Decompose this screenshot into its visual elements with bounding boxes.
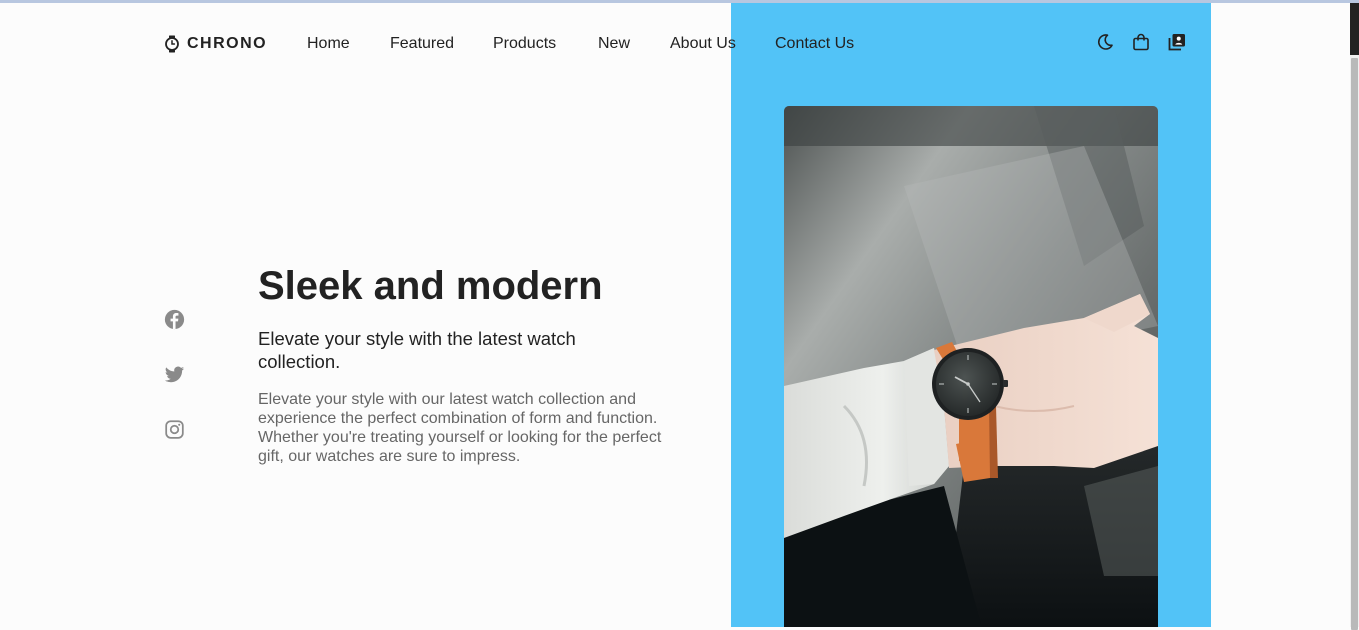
nav-link-products[interactable]: Products — [493, 34, 556, 54]
nav-link-featured[interactable]: Featured — [390, 34, 454, 54]
scrollbar-top-cap — [1350, 3, 1359, 55]
nav-link-about-us[interactable]: About Us — [670, 34, 736, 54]
shopping-bag-icon[interactable] — [1131, 32, 1151, 52]
facebook-icon[interactable] — [164, 309, 185, 330]
hero-watch-image — [784, 106, 1158, 627]
hero-description: Elevate your style with our latest watch… — [258, 391, 662, 465]
watch-icon — [164, 35, 180, 53]
nav-link-new[interactable]: New — [598, 34, 630, 54]
hero-subtitle: Elevate your style with the latest watch… — [258, 328, 576, 372]
nav-link-home[interactable]: Home — [307, 34, 350, 54]
moon-icon[interactable] — [1095, 32, 1115, 52]
scrollbar-thumb[interactable] — [1351, 58, 1358, 630]
instagram-icon[interactable] — [164, 419, 185, 440]
hero-title: Sleek and modern — [258, 264, 603, 308]
brand-name: CHRONO — [187, 35, 268, 52]
brand-logo[interactable]: CHRONO — [164, 34, 267, 54]
nav-link-contact-us[interactable]: Contact Us — [775, 34, 854, 54]
user-box-icon[interactable] — [1167, 32, 1187, 52]
page: CHRONO Home Featured Products New About … — [0, 3, 1350, 627]
page-scrollbar[interactable] — [1350, 3, 1359, 630]
twitter-icon[interactable] — [164, 364, 185, 385]
